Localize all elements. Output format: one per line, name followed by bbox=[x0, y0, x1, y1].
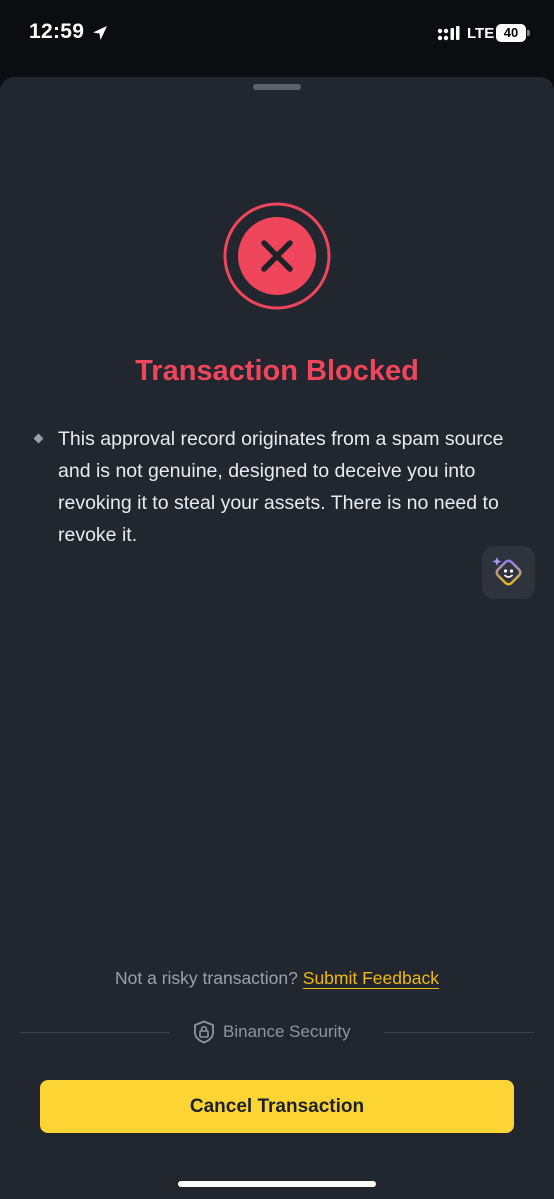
x-circle-icon bbox=[223, 202, 331, 310]
alert-title: Transaction Blocked bbox=[135, 355, 419, 387]
sheet-grabber[interactable] bbox=[253, 84, 301, 90]
ai-assistant-icon bbox=[492, 557, 522, 586]
submit-feedback-link[interactable]: Submit Feedback bbox=[303, 968, 439, 988]
network-type: LTE bbox=[467, 25, 495, 42]
cancel-transaction-button[interactable]: Cancel Transaction bbox=[40, 1080, 514, 1133]
status-time: 12:59 bbox=[29, 20, 85, 43]
bullet-diamond-icon bbox=[33, 433, 44, 444]
signal-strength-icon bbox=[437, 26, 460, 41]
battery-level: 40 bbox=[496, 24, 526, 42]
location-arrow-icon bbox=[93, 26, 107, 40]
bottom-sheet: Transaction Blocked This approval record… bbox=[0, 77, 554, 1199]
shield-lock-icon bbox=[194, 1020, 214, 1044]
divider bbox=[384, 1032, 534, 1033]
feedback-row: Not a risky transaction? Submit Feedback bbox=[0, 968, 554, 989]
alert-message: This approval record originates from a s… bbox=[58, 428, 504, 546]
divider bbox=[20, 1032, 170, 1033]
screen: 12:59 LTE 40 Transaction Blocked This ap… bbox=[0, 0, 554, 1199]
status-bar: 12:59 LTE 40 bbox=[0, 0, 554, 70]
home-indicator[interactable] bbox=[178, 1181, 376, 1187]
security-label: Binance Security bbox=[223, 1022, 351, 1041]
security-badge: Binance Security bbox=[193, 1018, 351, 1046]
feedback-prompt: Not a risky transaction? bbox=[115, 968, 298, 988]
ai-assistant-button[interactable] bbox=[482, 546, 535, 599]
battery-icon: 40 bbox=[496, 24, 530, 42]
